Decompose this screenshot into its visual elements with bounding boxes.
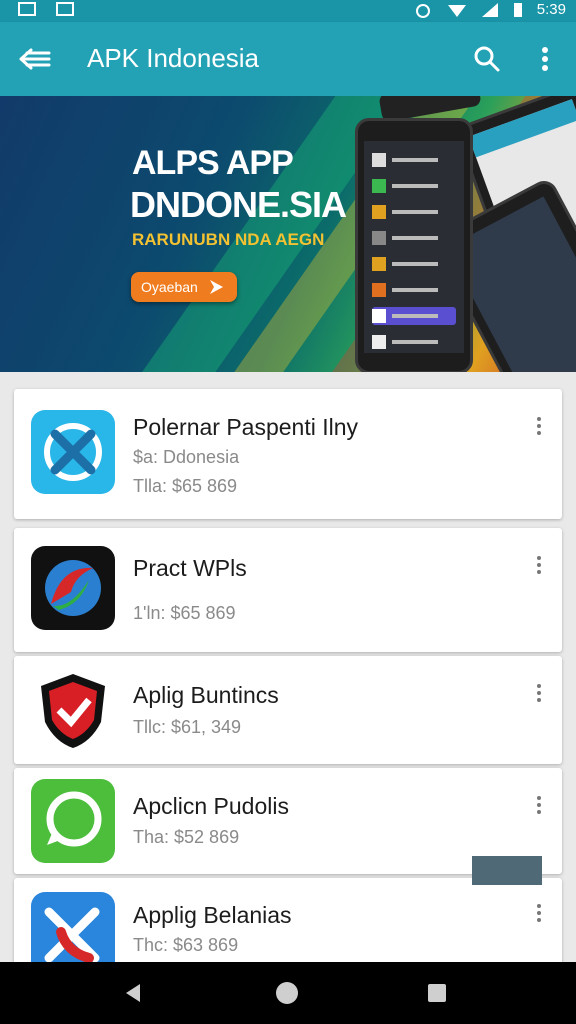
promo-banner[interactable]: ALPS APP DNDONE.SIA RARUNUBN NDA AEGN Oy… <box>0 96 576 372</box>
alarm-icon <box>415 3 430 18</box>
app-meta: Thc: $63 869 <box>133 935 239 955</box>
app-subtitle: $a: Ddonesia <box>133 447 240 467</box>
app-title: Polernar Paspenti Ilny <box>133 414 359 440</box>
app-meta: Tlla: $65 869 <box>133 476 238 496</box>
app-meta: Tha: $52 869 <box>133 827 240 847</box>
card-menu-icon[interactable] <box>534 554 544 580</box>
banner-heading-large: DNDONE.SIA <box>130 184 347 225</box>
overflow-menu-icon[interactable] <box>535 44 555 74</box>
system-nav-bar <box>0 962 576 1024</box>
arrow-right-icon <box>210 280 223 294</box>
status-bar: 5:39 <box>0 0 576 22</box>
search-icon[interactable] <box>472 44 502 74</box>
crossed-x-icon <box>31 410 115 494</box>
chat-bubble-icon <box>31 779 115 863</box>
app-card[interactable]: Pract WPls 1'ln: $65 869 <box>14 528 562 652</box>
app-title: Applig Belanias <box>133 902 292 928</box>
card-menu-icon[interactable] <box>534 415 544 441</box>
banner-cta-button[interactable]: Oyaeban <box>131 272 237 302</box>
card-menu-icon[interactable] <box>534 682 544 708</box>
app-title: APK Indonesia <box>87 43 260 73</box>
card-menu-icon[interactable] <box>534 794 544 820</box>
photo-notification-icon <box>56 2 74 16</box>
swirl-logo-icon <box>31 546 115 630</box>
app-title: Apclicn Pudolis <box>133 793 289 819</box>
battery-icon <box>513 2 522 17</box>
app-title: Pract WPls <box>133 555 247 581</box>
banner-cta-label: Oyaeban <box>141 279 198 295</box>
app-bar: APK Indonesia <box>0 22 576 96</box>
app-meta: Tllc: $61, 349 <box>133 717 242 737</box>
app-card[interactable]: Polernar Paspenti Ilny $a: Ddonesia Tlla… <box>14 389 562 519</box>
app-card[interactable]: Aplig Buntincs Tllc: $61, 349 <box>14 656 562 764</box>
app-meta: 1'ln: $65 869 <box>133 603 236 623</box>
overlay-box <box>472 856 542 885</box>
wifi-icon <box>447 4 466 17</box>
nav-home-icon[interactable] <box>276 982 298 1004</box>
banner-heading: ALPS APP <box>132 144 294 182</box>
back-arrow-icon[interactable] <box>18 44 52 74</box>
nav-recents-icon[interactable] <box>428 984 446 1002</box>
status-time: 5:39 <box>536 1 566 18</box>
card-menu-icon[interactable] <box>534 902 544 928</box>
signal-icon <box>481 2 498 17</box>
shield-check-icon <box>31 668 115 752</box>
phone-illustration <box>355 118 473 372</box>
nav-back-icon[interactable] <box>122 982 144 1004</box>
app-title: Aplig Buntincs <box>133 682 279 708</box>
banner-tagline: RARUNUBN NDA AEGN <box>132 230 325 249</box>
image-notification-icon <box>18 2 36 16</box>
